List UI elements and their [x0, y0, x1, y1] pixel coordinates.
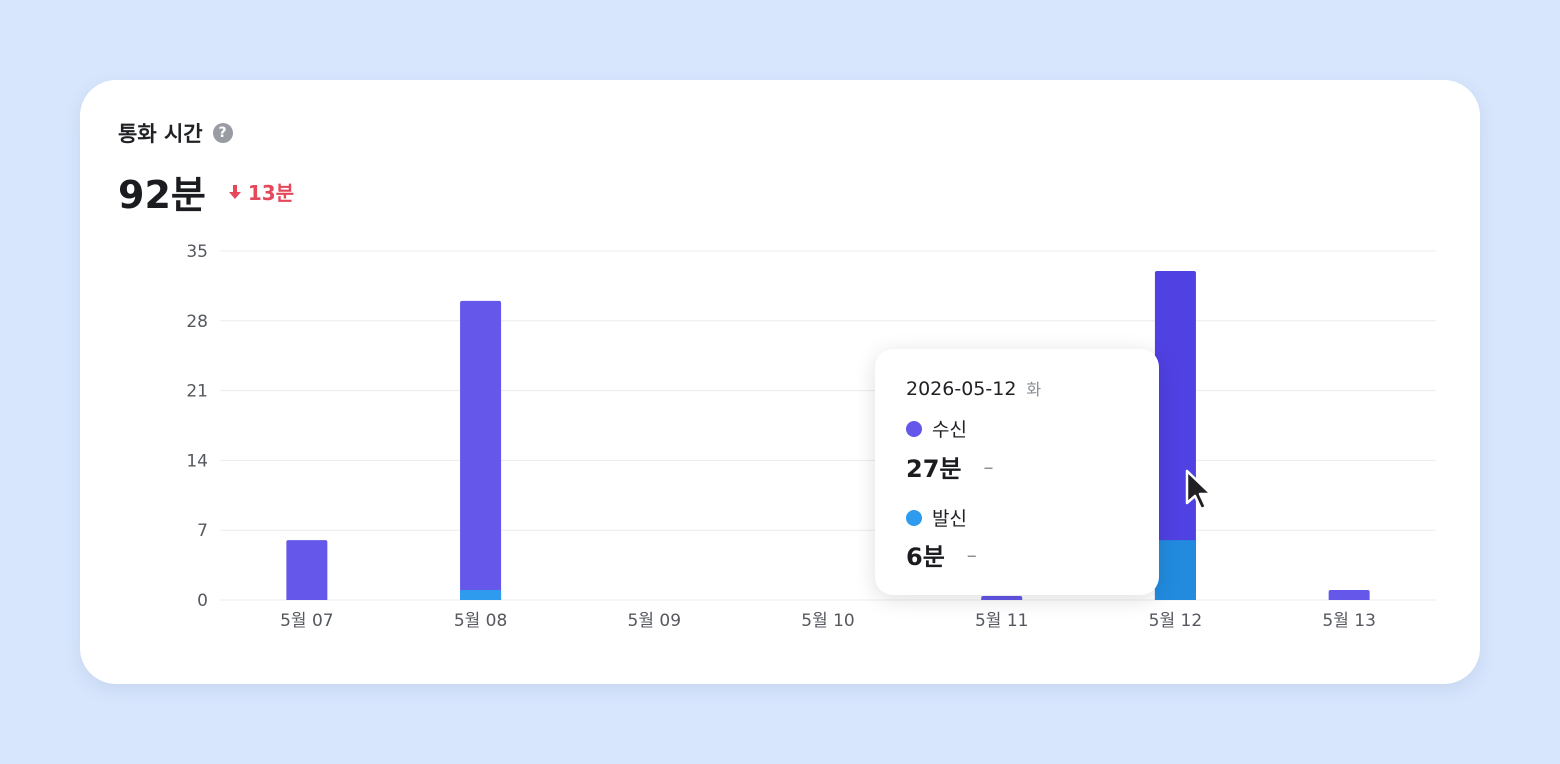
mouse-cursor-icon: [1185, 469, 1213, 511]
x-tick-label: 5월 13: [1322, 611, 1376, 631]
y-tick-label: 14: [186, 451, 208, 471]
tooltip-change: –: [966, 542, 977, 567]
bar-outgoing: [460, 590, 502, 600]
tooltip-series-label: 수신: [932, 419, 967, 441]
x-tick-label: 5월 08: [454, 611, 508, 631]
tooltip-value: 6분: [906, 543, 945, 571]
tooltip-value-incoming: 27분 –: [906, 449, 993, 484]
outgoing-legend-dot: [906, 509, 922, 526]
call-time-card: 통화 시간 ? 92분 13분 0 7 14 21 28 35 5월 07 5월 08 5월 0…: [80, 80, 1480, 684]
x-tick-label: 5월 10: [801, 611, 855, 631]
y-tick-label: 35: [186, 242, 208, 262]
tooltip-day: 화: [1026, 380, 1042, 399]
chart-tooltip: 2026-05-12 화 수신 27분 – 발신 6분 –: [875, 349, 1159, 595]
x-tick-label: 5월 11: [975, 611, 1029, 631]
y-tick-label: 0: [197, 591, 208, 611]
incoming-legend-dot: [906, 420, 922, 437]
tooltip-change: –: [983, 454, 994, 479]
bar-incoming: [460, 300, 502, 600]
tooltip-value-outgoing: 6분 –: [906, 537, 977, 572]
y-tick-label: 7: [197, 521, 208, 541]
tooltip-value: 27분: [906, 455, 962, 483]
call-time-chart: 0 7 14 21 28 35 5월 07 5월 08 5월 09 5월 10 5월 11 5월 12…: [186, 242, 1436, 631]
x-tick-label: 5월 12: [1149, 611, 1203, 631]
tooltip-header: 2026-05-12 화: [906, 376, 1041, 400]
bar-incoming: [1328, 590, 1370, 600]
x-tick-label: 5월 07: [280, 611, 334, 631]
tooltip-series-incoming: 수신: [906, 415, 967, 442]
tooltip-date: 2026-05-12: [906, 378, 1017, 400]
tooltip-series-label: 발신: [932, 508, 967, 530]
y-tick-label: 28: [186, 312, 208, 332]
bar-outgoing: [1154, 540, 1196, 600]
bar-incoming: [981, 596, 1023, 600]
tooltip-series-outgoing: 발신: [906, 504, 967, 531]
y-tick-label: 21: [186, 382, 208, 402]
bar-incoming: [286, 540, 328, 600]
x-tick-label: 5월 09: [628, 611, 682, 631]
